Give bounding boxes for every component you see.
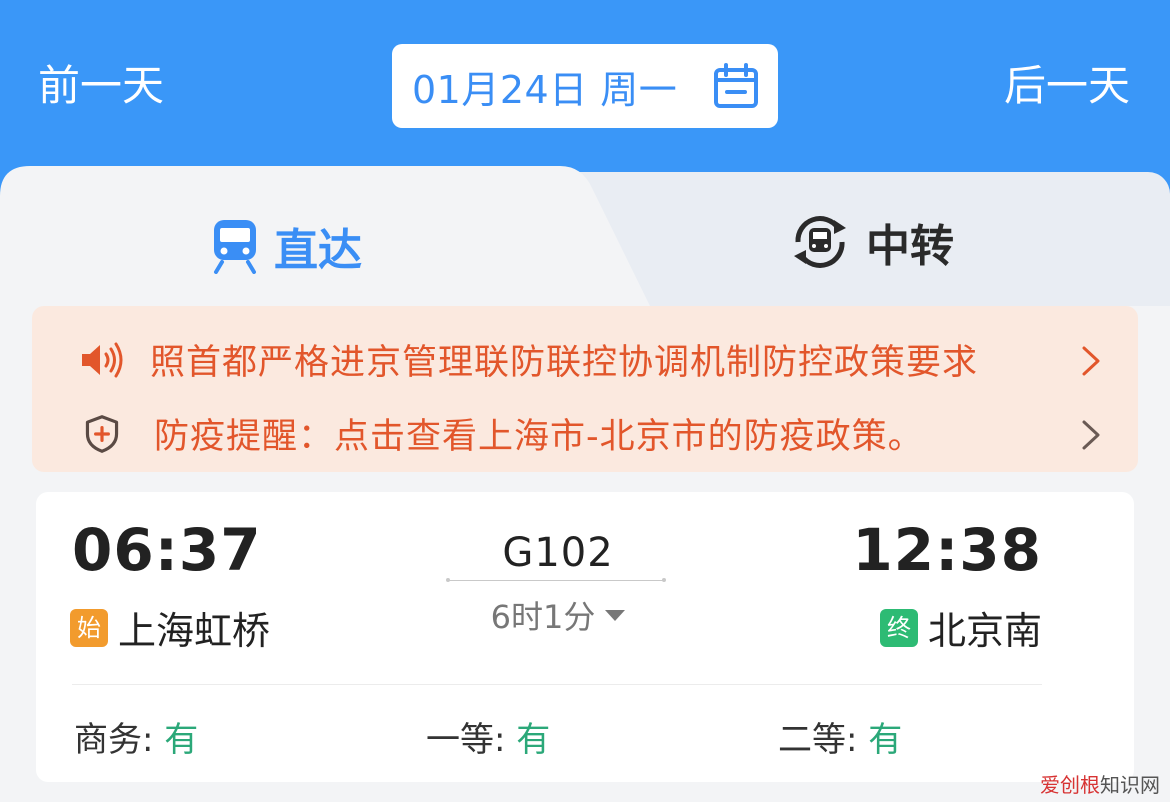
start-badge: 始 <box>70 608 108 647</box>
end-badge: 终 <box>879 608 918 647</box>
seat-label: 商务: <box>74 720 154 760</box>
tab-transfer[interactable]: 中转 <box>788 210 954 274</box>
seat-status: 有 <box>164 720 199 760</box>
seat-status: 有 <box>516 720 551 760</box>
train-number: G102 <box>502 530 614 576</box>
calendar-icon <box>714 63 758 108</box>
date-picker[interactable]: 01月24日 周一 <box>392 44 778 128</box>
seat-business: 商务: 有 <box>74 712 198 761</box>
route-tabs: 直达 中转 <box>0 166 1170 306</box>
watermark-part-1: 爱创根 <box>1040 773 1100 797</box>
shield-plus-icon <box>85 415 119 453</box>
seat-second-class: 二等: 有 <box>778 712 902 761</box>
divider <box>72 684 1042 685</box>
transfer-train-icon <box>794 216 846 268</box>
next-day-button[interactable]: 后一天 <box>1004 58 1130 114</box>
duration-toggle[interactable]: 6时1分 <box>448 592 668 638</box>
chevron-right-icon <box>1082 346 1100 376</box>
seat-status: 有 <box>868 720 903 760</box>
tab-direct-label: 直达 <box>274 225 362 276</box>
date-text: 01月24日 周一 <box>412 67 678 112</box>
arrival-station: 终 北京南 <box>879 600 1042 655</box>
duration-text: 6时1分 <box>490 598 596 636</box>
arrival-station-name: 北京南 <box>927 609 1042 653</box>
speaker-icon <box>82 342 123 378</box>
seat-first-class: 一等: 有 <box>426 712 550 761</box>
notice-item[interactable]: 照首都严格进京管理联防联控协调机制防控政策要求 <box>32 324 1138 394</box>
train-icon <box>214 220 256 274</box>
prev-day-button[interactable]: 前一天 <box>38 58 164 114</box>
chevron-right-icon <box>1082 420 1100 450</box>
tab-transfer-label: 中转 <box>866 221 954 272</box>
caret-down-icon <box>605 609 626 621</box>
train-card[interactable]: 06:37 始 上海虹桥 G102 6时1分 12:38 终 北京南 商务: 有… <box>36 492 1134 782</box>
seat-label: 二等: <box>778 720 858 760</box>
notice-text: 防疫提醒：点击查看上海市-北京市的防疫政策。 <box>154 416 924 457</box>
arrival-time: 12:38 <box>852 516 1042 584</box>
departure-time: 06:37 <box>72 516 262 584</box>
seat-label: 一等: <box>426 720 506 760</box>
watermark: 爱创根知识网 <box>1040 769 1160 798</box>
watermark-part-2: 知识网 <box>1100 773 1160 797</box>
notice-text: 照首都严格进京管理联防联控协调机制防控政策要求 <box>150 342 979 383</box>
notice-panel: 照首都严格进京管理联防联控协调机制防控政策要求 防疫提醒：点击查看上海市-北京市… <box>32 306 1138 472</box>
notice-item[interactable]: 防疫提醒：点击查看上海市-北京市的防疫政策。 <box>32 398 1138 468</box>
route-line <box>446 578 666 582</box>
tab-direct[interactable]: 直达 <box>210 214 362 278</box>
departure-station: 始 上海虹桥 <box>70 600 270 655</box>
departure-station-name: 上海虹桥 <box>118 609 271 653</box>
